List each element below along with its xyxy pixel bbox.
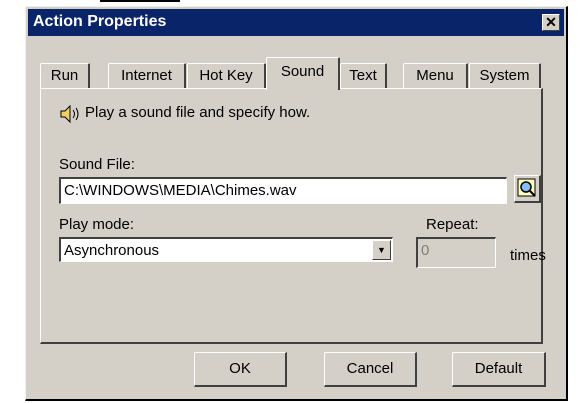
chevron-down-icon[interactable]: ▼ bbox=[372, 240, 391, 260]
tab-text[interactable]: Text bbox=[340, 63, 387, 89]
tab-menu[interactable]: Menu bbox=[403, 63, 468, 89]
repeat-input[interactable]: 0 bbox=[416, 237, 496, 268]
browse-button[interactable] bbox=[514, 175, 541, 203]
tab-sound[interactable]: Sound bbox=[266, 57, 340, 90]
sound-tab-panel: Play a sound file and specify how. Sound… bbox=[40, 88, 546, 344]
default-button[interactable]: Default bbox=[452, 352, 546, 387]
cursor-line bbox=[100, 0, 180, 2]
play-mode-value: Asynchronous bbox=[64, 242, 160, 259]
repeat-label: Repeat: bbox=[426, 216, 479, 233]
sound-tab-description: Play a sound file and specify how. bbox=[85, 104, 311, 121]
title-bar[interactable]: Action Properties ✕ bbox=[28, 9, 564, 36]
sound-file-input[interactable]: C:\WINDOWS\MEDIA\Chimes.wav bbox=[59, 177, 507, 204]
tab-hot-key[interactable]: Hot Key bbox=[187, 63, 266, 89]
sound-file-label: Sound File: bbox=[59, 156, 135, 173]
times-label: times bbox=[510, 247, 546, 264]
action-properties-dialog: Action Properties ✕ Run Internet Hot Key… bbox=[25, 6, 568, 401]
play-mode-select[interactable]: Asynchronous ▼ bbox=[59, 237, 393, 262]
window-title: Action Properties bbox=[33, 13, 167, 30]
cancel-button[interactable]: Cancel bbox=[324, 352, 417, 387]
tab-run[interactable]: Run bbox=[40, 63, 90, 89]
ok-button[interactable]: OK bbox=[194, 352, 287, 387]
play-mode-label: Play mode: bbox=[59, 216, 135, 233]
close-button[interactable]: ✕ bbox=[542, 14, 560, 31]
tab-system[interactable]: System bbox=[469, 63, 541, 89]
speaker-icon bbox=[59, 104, 83, 124]
tab-internet[interactable]: Internet bbox=[108, 63, 186, 89]
